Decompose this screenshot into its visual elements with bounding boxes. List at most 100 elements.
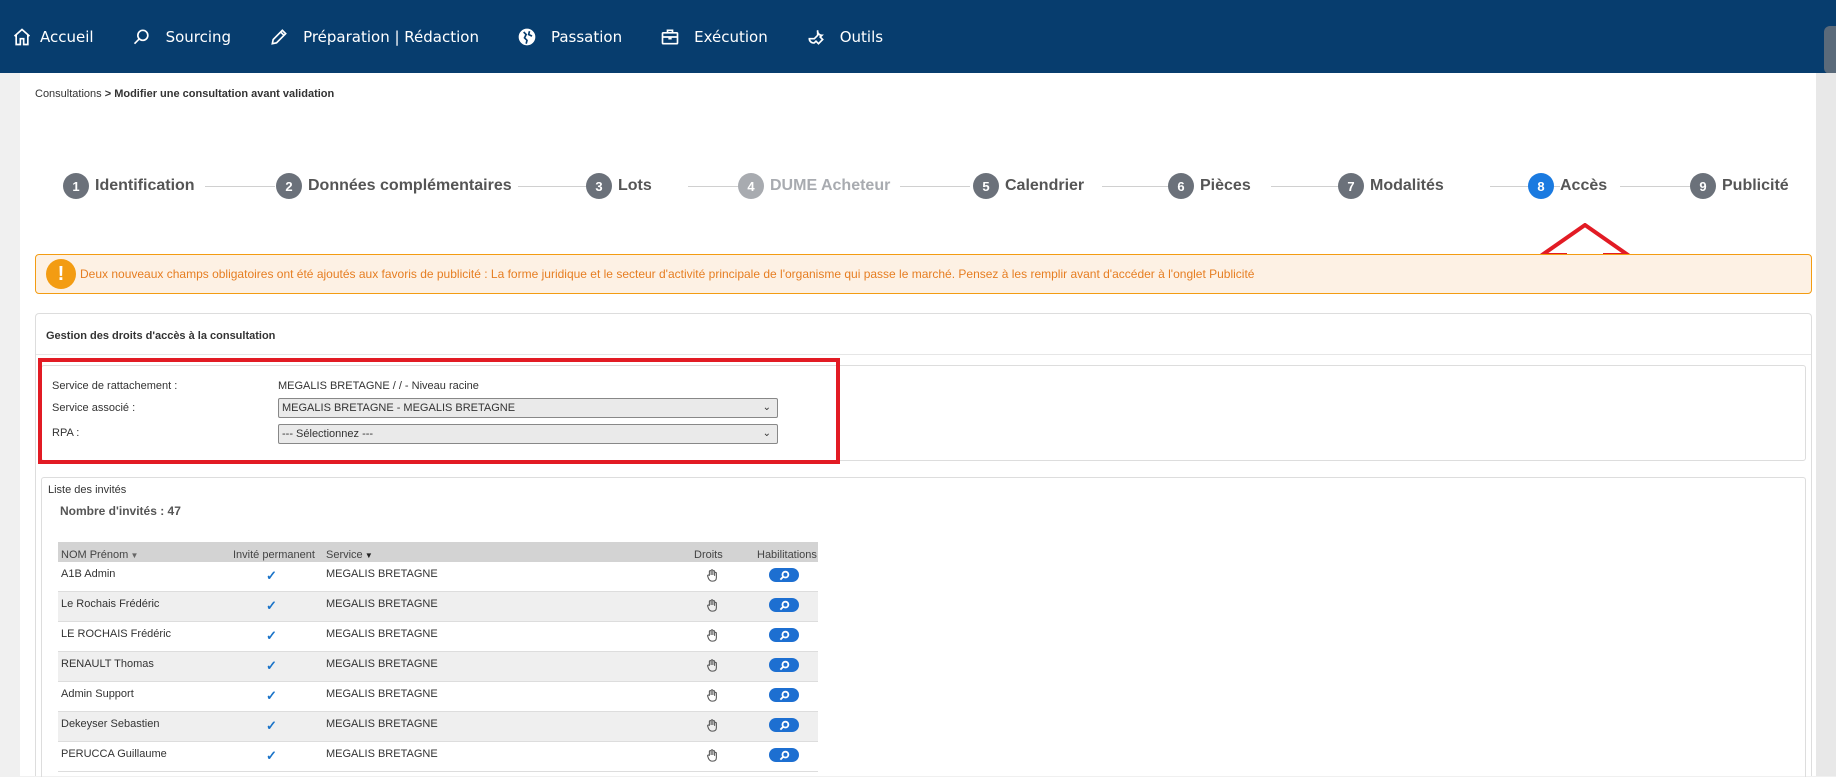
step-label: Lots <box>618 177 652 194</box>
briefcase-icon <box>661 29 679 44</box>
habilitations-zoom-button[interactable] <box>769 628 799 642</box>
checkmark-icon: ✓ <box>266 598 277 613</box>
habilitations-zoom-button[interactable] <box>769 718 799 732</box>
hand-icon[interactable] <box>705 748 719 765</box>
step-label: DUME Acheteur <box>770 177 891 194</box>
invites-count: Nombre d'invités : 47 <box>60 504 181 518</box>
column-header-habilitations: Habilitations <box>757 549 817 561</box>
habilitations-zoom-button[interactable] <box>769 658 799 672</box>
nav-label: Passation <box>550 27 623 46</box>
step-modalites[interactable]: 7 Modalités <box>1338 173 1444 199</box>
column-header-name[interactable]: NOM Prénom ▼ <box>61 549 138 561</box>
nav-label: Exécution <box>694 27 768 46</box>
breadcrumb: Consultations > Modifier une consultatio… <box>35 88 334 100</box>
step-identification[interactable]: 1 Identification <box>63 173 195 199</box>
nav-execution[interactable]: Exécution <box>660 27 768 47</box>
table-row: LE ROCHAIS Frédéric ✓ MEGALIS BRETAGNE <box>58 622 818 652</box>
habilitations-zoom-button[interactable] <box>769 598 799 612</box>
table-row: Admin Support ✓ MEGALIS BRETAGNE <box>58 682 818 712</box>
nav-accueil[interactable]: Accueil <box>12 27 94 47</box>
checkmark-icon: ✓ <box>266 568 277 583</box>
column-header-permanent: Invité permanent <box>233 549 315 561</box>
invites-title: Liste des invités <box>48 484 127 496</box>
zoom-icon <box>779 600 789 610</box>
nav-label: Sourcing <box>165 27 232 46</box>
zoom-icon <box>779 660 789 670</box>
step-number: 2 <box>276 173 302 199</box>
warning-text: Deux nouveaux champs obligatoires ont ét… <box>80 267 1255 281</box>
invites-box: Liste des invités Nombre d'invités : 47 … <box>41 477 1806 777</box>
step-number: 6 <box>1168 173 1194 199</box>
step-label: Données complémentaires <box>308 177 512 194</box>
step-number: 9 <box>1690 173 1716 199</box>
step-lots[interactable]: 3 Lots <box>586 173 652 199</box>
hand-icon[interactable] <box>705 718 719 735</box>
invite-name: Dekeyser Sebastien <box>61 718 160 730</box>
hand-icon[interactable] <box>705 688 719 705</box>
sort-desc-icon: ▼ <box>362 551 373 560</box>
step-acces[interactable]: 8 Accès <box>1528 173 1607 199</box>
invite-service: MEGALIS BRETAGNE <box>326 658 438 670</box>
checkmark-icon: ✓ <box>266 688 277 703</box>
sort-desc-icon: ▼ <box>128 551 139 560</box>
breadcrumb-root[interactable]: Consultations <box>35 88 102 100</box>
hand-icon[interactable] <box>705 628 719 645</box>
section-title: Gestion des droits d'accès à la consulta… <box>46 330 276 342</box>
breadcrumb-current: Modifier une consultation avant validati… <box>114 88 335 100</box>
warning-icon: ! <box>46 259 76 289</box>
column-header-label: Service <box>326 549 363 561</box>
step-number: 1 <box>63 173 89 199</box>
step-connector <box>900 186 970 187</box>
highlight-annotation-box <box>38 358 840 464</box>
warning-banner: ! Deux nouveaux champs obligatoires ont … <box>35 254 1812 294</box>
hand-icon[interactable] <box>705 598 719 615</box>
step-pieces[interactable]: 6 Pièces <box>1168 173 1251 199</box>
step-calendrier[interactable]: 5 Calendrier <box>973 173 1084 199</box>
step-connector <box>1102 186 1172 187</box>
nav-sourcing[interactable]: Sourcing <box>132 27 232 47</box>
hand-icon[interactable] <box>705 568 719 585</box>
step-label: Modalités <box>1370 177 1444 194</box>
pencil-icon <box>271 28 287 45</box>
habilitations-zoom-button[interactable] <box>769 748 799 762</box>
step-label: Accès <box>1560 177 1608 194</box>
column-header-droits: Droits <box>694 549 723 561</box>
column-header-service[interactable]: Service ▼ <box>326 549 373 561</box>
step-dume-acheteur: 4 DUME Acheteur <box>738 173 890 199</box>
checkmark-icon: ✓ <box>266 628 277 643</box>
checkmark-icon: ✓ <box>266 748 277 763</box>
zoom-icon <box>779 570 789 580</box>
habilitations-zoom-button[interactable] <box>769 688 799 702</box>
checkmark-icon: ✓ <box>266 718 277 733</box>
nav-outils[interactable]: Outils <box>806 27 883 47</box>
invite-service: MEGALIS BRETAGNE <box>326 718 438 730</box>
wizard-stepper: 1 Identification 2 Données complémentair… <box>20 173 1816 203</box>
nav-label: Préparation | Rédaction <box>303 27 479 46</box>
step-donnees-complementaires[interactable]: 2 Données complémentaires <box>276 173 512 199</box>
nav-preparation[interactable]: Préparation | Rédaction <box>269 27 479 47</box>
invites-table: NOM Prénom ▼ Invité permanent Service ▼ … <box>58 542 818 772</box>
side-scroll-handle[interactable] <box>1824 26 1836 74</box>
table-row: Le Rochais Frédéric ✓ MEGALIS BRETAGNE <box>58 592 818 622</box>
step-label: Pièces <box>1200 177 1251 194</box>
nav-label: Accueil <box>40 27 94 46</box>
step-label: Publicité <box>1722 177 1789 194</box>
wrench-icon <box>808 29 824 45</box>
step-publicite[interactable]: 9 Publicité <box>1690 173 1789 199</box>
step-number: 4 <box>738 173 764 199</box>
zoom-icon <box>779 690 789 700</box>
invite-service: MEGALIS BRETAGNE <box>326 568 438 580</box>
invite-name: Admin Support <box>61 688 134 700</box>
step-connector <box>205 186 275 187</box>
section-divider <box>36 354 1811 355</box>
step-number: 3 <box>586 173 612 199</box>
step-label: Calendrier <box>1005 177 1085 194</box>
hand-icon[interactable] <box>705 658 719 675</box>
step-number: 7 <box>1338 173 1364 199</box>
habilitations-zoom-button[interactable] <box>769 568 799 582</box>
page-gutter <box>1816 73 1836 776</box>
nav-passation[interactable]: Passation <box>517 27 622 47</box>
zoom-icon <box>779 720 789 730</box>
table-row: Dekeyser Sebastien ✓ MEGALIS BRETAGNE <box>58 712 818 742</box>
table-row: A1B Admin ✓ MEGALIS BRETAGNE <box>58 562 818 592</box>
